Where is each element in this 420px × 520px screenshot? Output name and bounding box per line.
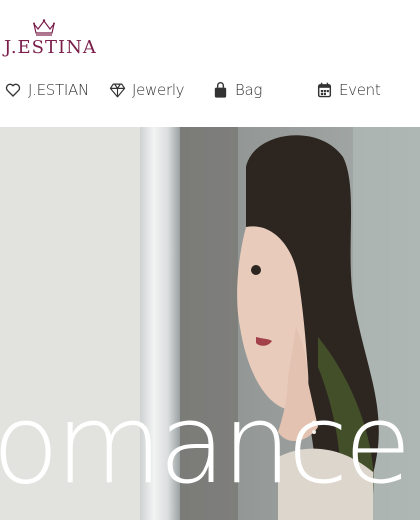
bag-icon <box>211 81 229 99</box>
nav-item-bag[interactable]: Bag <box>211 76 262 104</box>
heart-icon <box>4 81 22 99</box>
hero-banner[interactable]: omance <box>0 127 420 520</box>
site-header: J.ESTINA J.ESTIAN Jewerly Bag Event <box>0 0 420 127</box>
nav-label: J.ESTIAN <box>28 81 89 99</box>
banner-headline: omance <box>0 380 412 508</box>
brand-logo[interactable]: J.ESTINA <box>4 18 97 62</box>
diamond-icon <box>108 81 126 99</box>
nav-label: Jewerly <box>132 81 185 99</box>
main-nav: J.ESTIAN Jewerly Bag Event <box>0 76 420 104</box>
nav-label: Event <box>339 81 381 99</box>
nav-item-jestian[interactable]: J.ESTIAN <box>4 76 89 104</box>
logo-text: J.ESTINA <box>4 37 97 58</box>
nav-item-jewerly[interactable]: Jewerly <box>108 76 185 104</box>
nav-label: Bag <box>235 81 263 99</box>
calendar-icon <box>315 81 333 99</box>
crown-icon <box>32 18 56 36</box>
nav-item-event[interactable]: Event <box>315 76 381 104</box>
